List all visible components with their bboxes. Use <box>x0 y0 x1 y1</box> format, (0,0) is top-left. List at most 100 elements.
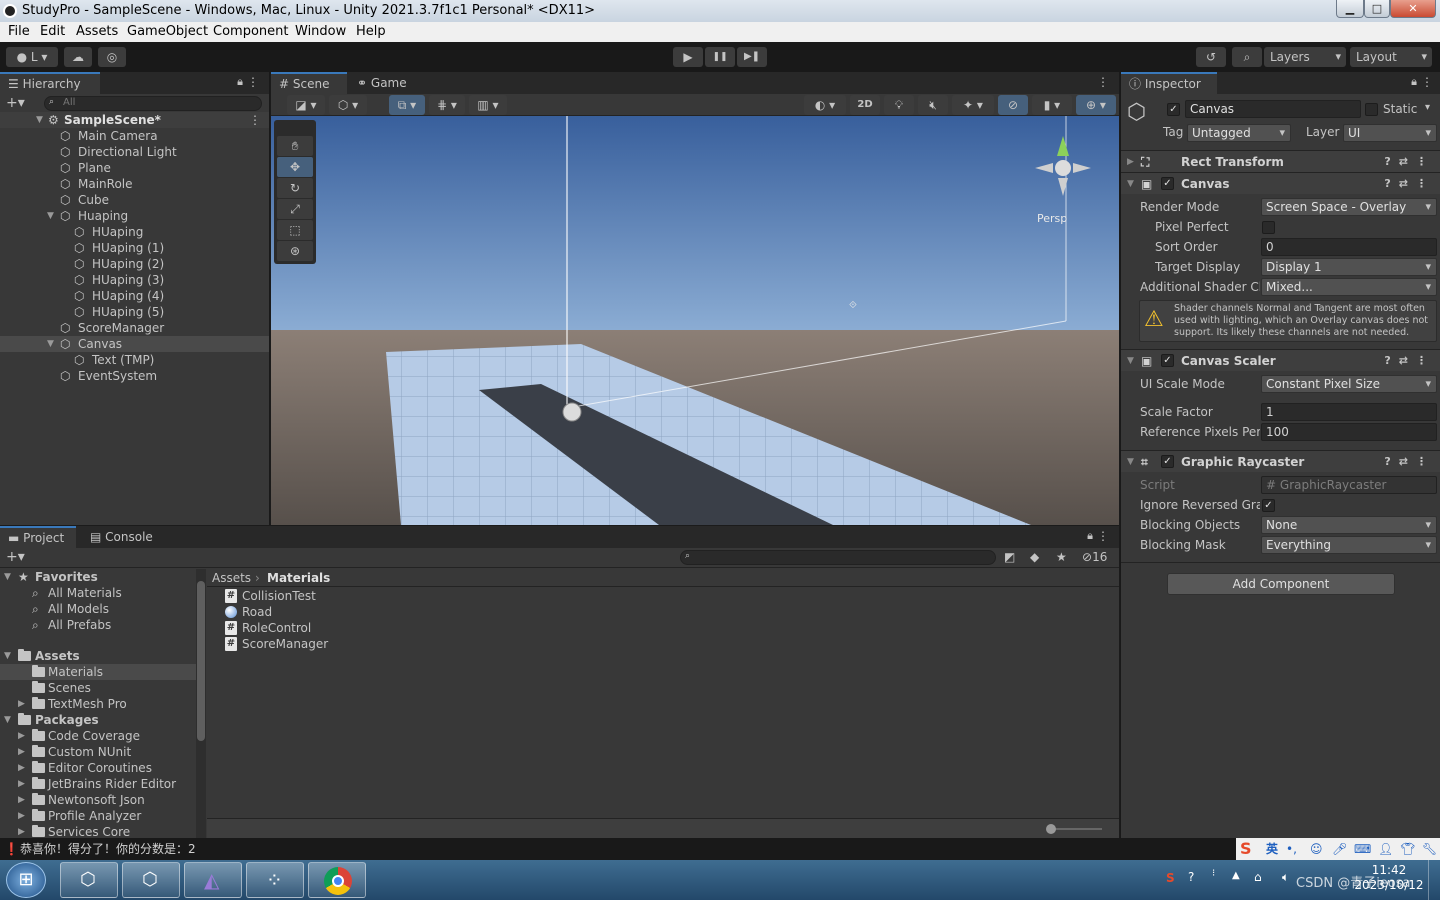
scene-kebab-icon[interactable]: ⋮ <box>1097 75 1109 89</box>
gizmo-object-dropdown[interactable]: ⬡ ▾ <box>329 95 367 115</box>
static-checkbox[interactable] <box>1365 103 1378 116</box>
project-search-input[interactable]: ⌕ <box>680 550 996 565</box>
canvas-scaler-enabled-checkbox[interactable]: ✓ <box>1161 354 1174 367</box>
hierarchy-search-input[interactable]: ⌕ All <box>44 96 262 111</box>
asset-folder-item[interactable]: Materials <box>0 664 196 680</box>
tray-network-icon[interactable]: ⌂ <box>1254 870 1262 884</box>
minimize-button[interactable]: ▁ <box>1336 0 1364 18</box>
gizmos-dropdown[interactable]: ⊕ ▾ <box>1076 95 1116 115</box>
menu-assets[interactable]: Assets <box>76 24 118 39</box>
hidden-objects-icon[interactable]: ⊘ <box>998 95 1028 115</box>
start-button[interactable]: ⊞ <box>6 862 46 898</box>
favorites-row[interactable]: ▼ ★ Favorites <box>0 569 196 585</box>
expand-arrow-icon[interactable]: ▼ <box>47 336 54 352</box>
taskbar-chrome[interactable] <box>308 862 366 898</box>
lock-icon[interactable]: 🔒︎ <box>237 75 243 89</box>
favorite-item[interactable]: ⌕ All Prefabs <box>0 617 196 633</box>
collab-icon[interactable]: ◎ <box>98 47 126 67</box>
pivot-dropdown[interactable]: ⧉ ▾ <box>389 95 425 115</box>
play-button[interactable]: ▶ <box>673 47 703 67</box>
scene-viewport[interactable]: ⟐ Persp <box>271 116 1119 525</box>
active-checkbox[interactable]: ✓ <box>1167 103 1180 116</box>
tag-dropdown[interactable]: Untagged <box>1187 124 1291 142</box>
status-message[interactable]: 恭喜你！得分了！你的分数是：2 <box>20 838 196 860</box>
tray-status-icon[interactable]: ⁝ <box>1212 868 1215 879</box>
ignore-reversed-checkbox[interactable]: ✓ <box>1262 499 1275 512</box>
hierarchy-item[interactable]: ⬡ Cube <box>0 192 269 208</box>
tray-expand-icon[interactable]: ▲ <box>1232 870 1240 881</box>
grid-snap-dropdown[interactable]: ⋕ ▾ <box>429 95 465 115</box>
increment-snap-dropdown[interactable]: ▥ ▾ <box>469 95 507 115</box>
maximize-button[interactable]: □ <box>1364 0 1390 18</box>
hierarchy-item[interactable]: ⬡ Text (TMP) <box>0 352 269 368</box>
pause-button[interactable]: ❚❚ <box>705 47 735 67</box>
package-folder-item[interactable]: ▶ JetBrains Rider Editor <box>0 776 196 792</box>
expand-arrow-icon[interactable]: ▶ <box>18 792 25 808</box>
graphic-raycaster-header[interactable]: ▼ ⌗ ✓ Graphic Raycaster ?⇄⋮ <box>1121 450 1440 472</box>
favorite-item[interactable]: ⌕ All Materials <box>0 585 196 601</box>
assets-row[interactable]: ▼ Assets <box>0 648 196 664</box>
tab-project[interactable]: ▬ Project <box>0 526 76 548</box>
taskbar-unity-editor[interactable]: ⬡ <box>122 862 180 898</box>
component-header-icons[interactable]: ?⇄⋮ <box>1384 451 1435 473</box>
expand-arrow-icon[interactable]: ▶ <box>18 776 25 792</box>
cloud-icon[interactable]: ☁ <box>64 47 92 67</box>
static-dropdown-icon[interactable]: ▾ <box>1425 102 1430 113</box>
hierarchy-item[interactable]: ⬡ Plane <box>0 160 269 176</box>
package-folder-item[interactable]: ▶ Profile Analyzer <box>0 808 196 824</box>
rect-transform-header[interactable]: ▶ ⛶ Rect Transform ?⇄⋮ <box>1121 150 1440 172</box>
expand-arrow-icon[interactable]: ▶ <box>18 744 25 760</box>
expand-arrow-icon[interactable]: ▼ <box>47 208 54 224</box>
hierarchy-item[interactable]: ▼ ⬡ Huaping <box>0 208 269 224</box>
component-header-icons[interactable]: ?⇄⋮ <box>1384 350 1435 372</box>
hierarchy-item[interactable]: ⬡ HUaping (3) <box>0 272 269 288</box>
menu-gameobject[interactable]: GameObject <box>127 24 208 39</box>
close-button[interactable]: ✕ <box>1390 0 1436 18</box>
asset-folder-item[interactable]: ▶ TextMesh Pro <box>0 696 196 712</box>
taskbar-clock[interactable]: 11:42 2023/10/12 <box>1354 863 1424 893</box>
add-component-button[interactable]: Add Component <box>1167 573 1395 595</box>
menu-edit[interactable]: Edit <box>40 24 65 39</box>
menu-help[interactable]: Help <box>356 24 386 39</box>
object-name-field[interactable]: Canvas <box>1185 100 1361 118</box>
hierarchy-item[interactable]: ▼ ⬡ Canvas <box>0 336 269 352</box>
hierarchy-item[interactable]: ⬡ ScoreManager <box>0 320 269 336</box>
project-kebab-icon[interactable]: ⋮ <box>1097 529 1109 543</box>
ime-tools-icon[interactable]: 🔧︎ <box>1422 838 1437 860</box>
breadcrumb-materials[interactable]: Materials <box>267 569 330 587</box>
hierarchy-item[interactable]: ⬡ HUaping <box>0 224 269 240</box>
package-folder-item[interactable]: ▶ Editor Coroutines <box>0 760 196 776</box>
render-mode-dropdown[interactable]: Screen Space - Overlay <box>1261 198 1437 216</box>
project-file-item[interactable]: Road <box>207 604 507 620</box>
expand-arrow-icon[interactable]: ▼ <box>1127 451 1134 473</box>
tab-console[interactable]: ▤ Console <box>82 526 162 548</box>
effects-dropdown[interactable]: ✦ ▾ <box>952 95 994 115</box>
scene-menu-icon[interactable]: ⋮ <box>249 112 261 128</box>
pixel-perfect-checkbox[interactable] <box>1262 221 1275 234</box>
persp-label[interactable]: Persp <box>1037 212 1067 225</box>
expand-arrow-icon[interactable]: ▶ <box>18 760 25 776</box>
favorite-star-icon[interactable]: ★ <box>1056 550 1067 564</box>
hierarchy-item[interactable]: ⬡ MainRole <box>0 176 269 192</box>
tab-inspector[interactable]: ⓘ Inspector <box>1121 72 1217 94</box>
history-icon[interactable]: ↺ <box>1196 47 1226 67</box>
layers-dropdown[interactable]: Layers <box>1264 47 1346 67</box>
favorite-item[interactable]: ⌕ All Models <box>0 601 196 617</box>
hierarchy-item[interactable]: ⬡ Directional Light <box>0 144 269 160</box>
tree-scrollbar-thumb[interactable] <box>197 581 205 741</box>
toggle-2d-button[interactable]: 2D <box>850 95 880 115</box>
ime-skin-icon[interactable]: 👕︎ <box>1400 838 1415 860</box>
asset-folder-item[interactable]: Scenes <box>0 680 196 696</box>
hierarchy-item[interactable]: ⬡ Main Camera <box>0 128 269 144</box>
reference-pixels-field[interactable]: 100 <box>1261 423 1437 441</box>
scale-tool-icon[interactable]: ⤢ <box>277 199 313 219</box>
inspector-kebab-icon[interactable]: ⋮ <box>1421 75 1433 89</box>
kebab-menu-icon[interactable]: ⋮ <box>247 75 259 89</box>
package-folder-item[interactable]: ▶ Newtonsoft Json <box>0 792 196 808</box>
shader-channels-dropdown[interactable]: Mixed... <box>1261 278 1437 296</box>
canvas-enabled-checkbox[interactable]: ✓ <box>1161 177 1174 190</box>
ime-keyboard-icon[interactable]: ⌨ <box>1354 838 1371 860</box>
scene-root-row[interactable]: ▼ ⚙ SampleScene* ⋮ <box>0 112 269 128</box>
zoom-slider-handle[interactable] <box>1046 824 1056 834</box>
menu-window[interactable]: Window <box>295 24 346 39</box>
